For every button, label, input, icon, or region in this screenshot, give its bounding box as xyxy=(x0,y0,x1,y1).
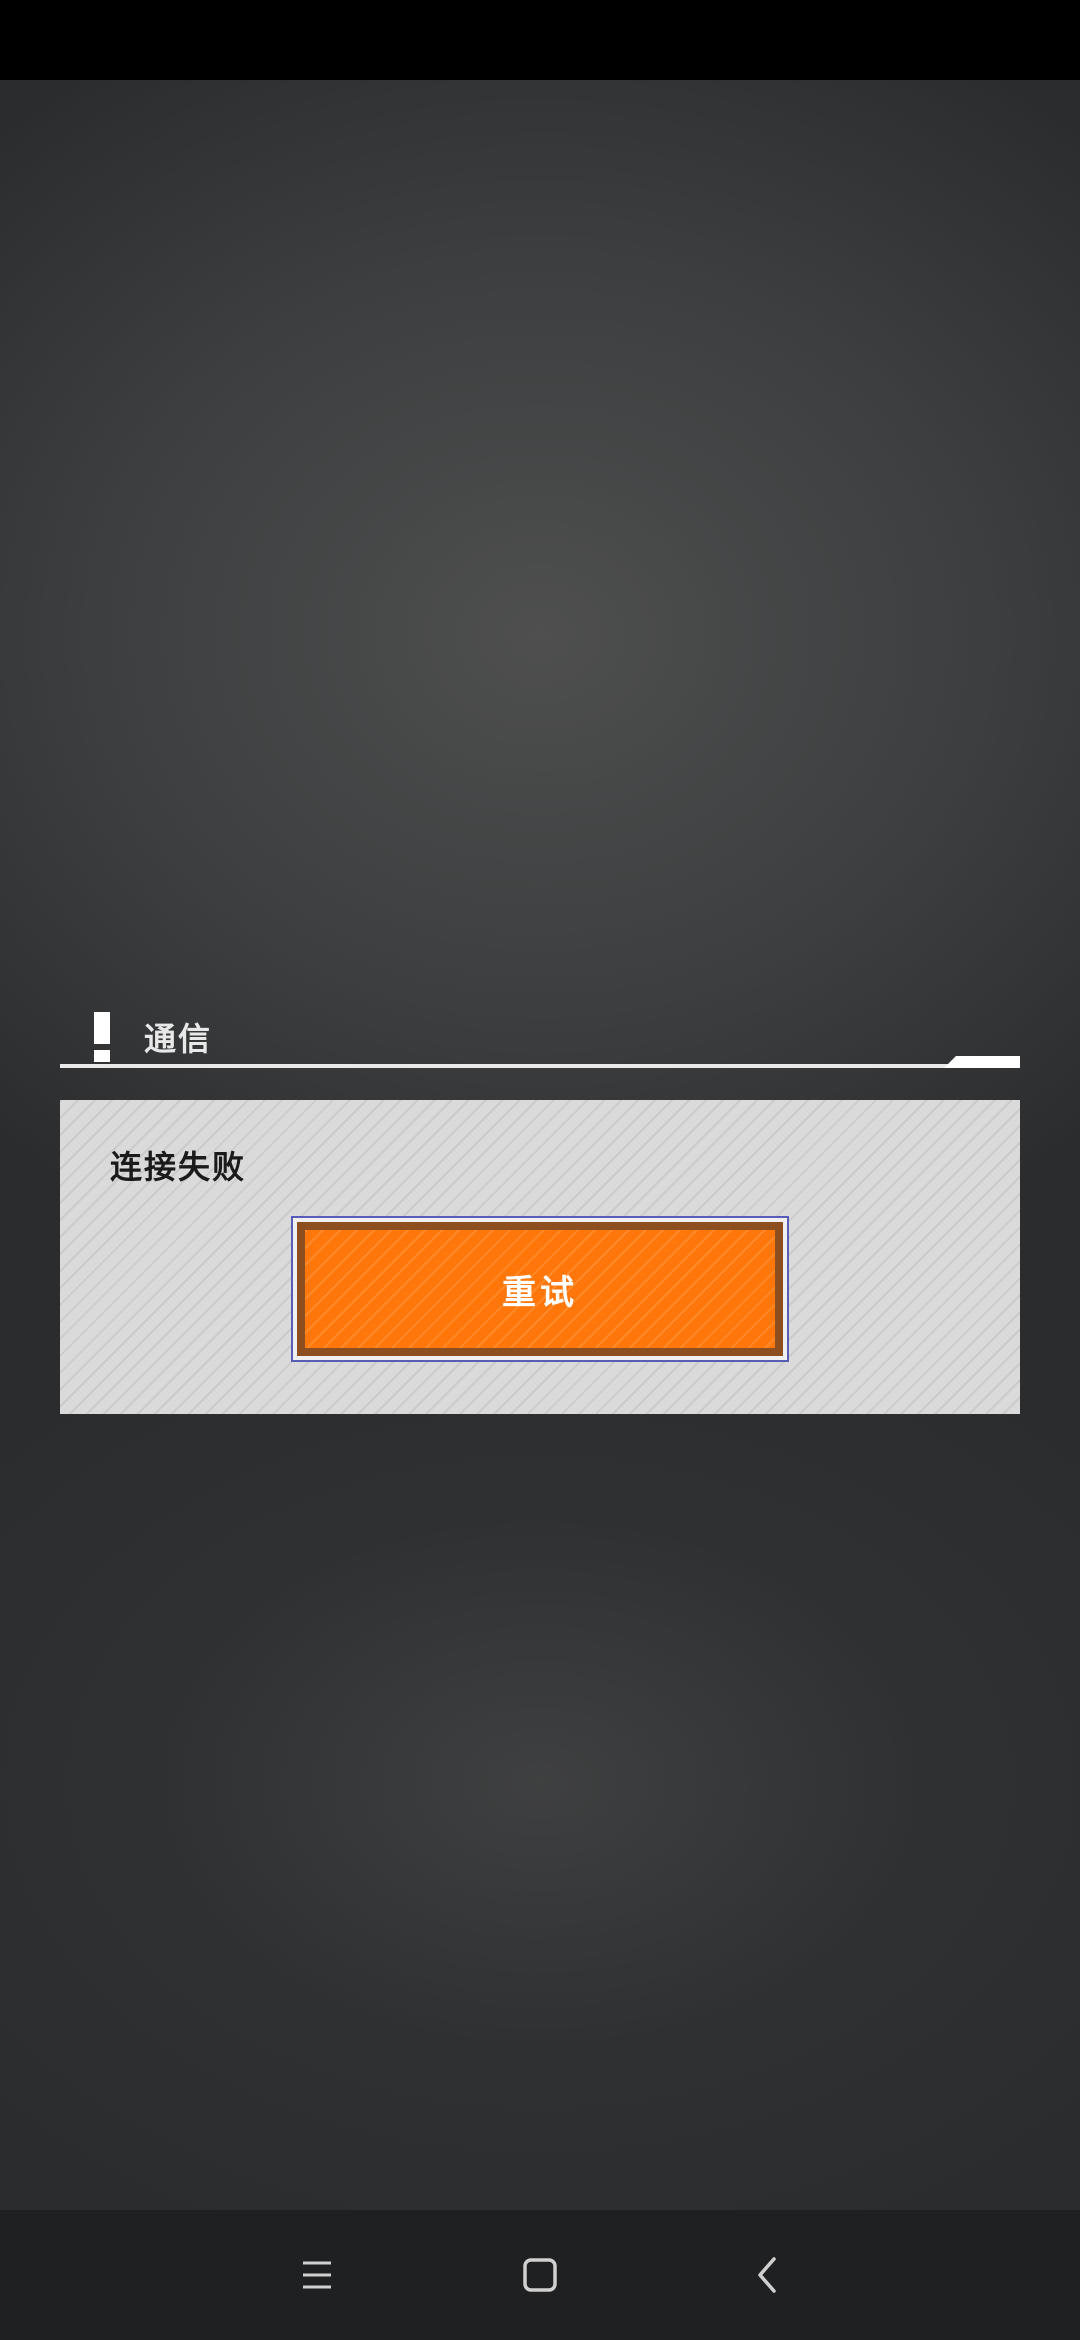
dialog-title: 通信 xyxy=(144,1020,213,1058)
menu-lines-icon xyxy=(303,2261,331,2289)
dialog-message: 连接失败 xyxy=(110,1148,247,1186)
screen: 通信 连接失败 重试 xyxy=(0,0,1080,2340)
header-tab-decoration xyxy=(944,1056,1020,1068)
home-button[interactable] xyxy=(500,2235,580,2315)
alert-exclamation-icon xyxy=(94,1012,110,1062)
retry-button[interactable]: 重试 xyxy=(291,1216,789,1362)
chevron-left-icon xyxy=(758,2257,776,2293)
dialog-header: 通信 xyxy=(60,1010,1020,1070)
back-button[interactable] xyxy=(728,2235,808,2315)
menu-button[interactable] xyxy=(277,2235,357,2315)
header-divider xyxy=(60,1064,1020,1068)
retry-button-label: 重试 xyxy=(502,1272,578,1313)
square-home-icon xyxy=(523,2258,557,2292)
dialog-panel: 连接失败 重试 xyxy=(60,1100,1020,1414)
status-bar xyxy=(0,0,1080,80)
retry-button-face: 重试 xyxy=(297,1222,783,1356)
navigation-bar xyxy=(0,2210,1080,2340)
